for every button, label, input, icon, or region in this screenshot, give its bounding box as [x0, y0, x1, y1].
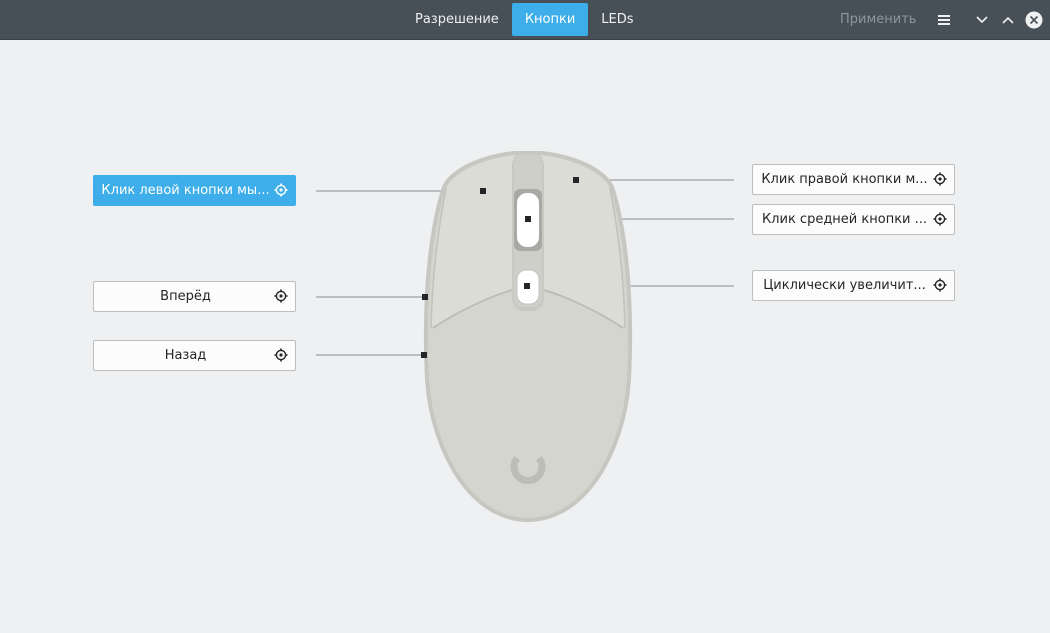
gear-icon[interactable] [274, 183, 288, 197]
cycle-label: Циклически увеличит... [763, 278, 926, 293]
right-click-button[interactable]: Клик правой кнопки м... [752, 164, 955, 195]
gear-icon[interactable] [933, 212, 947, 226]
right-click-label: Клик правой кнопки м... [761, 172, 928, 187]
gear-icon[interactable] [933, 172, 947, 186]
mouse-diagram [316, 151, 734, 523]
back-button[interactable]: Назад [93, 340, 296, 371]
left-click-label: Клик левой кнопки мы... [101, 183, 270, 198]
forward-label: Вперёд [160, 289, 211, 304]
gear-icon[interactable] [274, 348, 288, 362]
back-label: Назад [164, 348, 207, 363]
middle-click-button[interactable]: Клик средней кнопки ... [752, 204, 955, 235]
mouse-body [423, 151, 633, 523]
cycle-button[interactable]: Циклически увеличит... [752, 270, 955, 301]
forward-button[interactable]: Вперёд [93, 281, 296, 312]
left-click-button[interactable]: Клик левой кнопки мы... [93, 175, 296, 206]
gear-icon[interactable] [933, 278, 947, 292]
middle-click-label: Клик средней кнопки ... [761, 212, 928, 227]
gear-icon[interactable] [274, 289, 288, 303]
